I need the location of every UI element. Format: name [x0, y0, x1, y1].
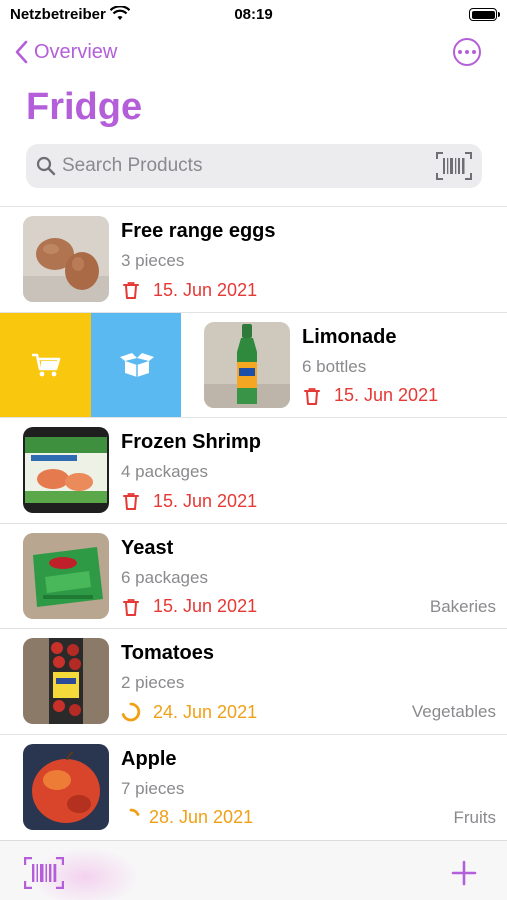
product-name: Limonade [302, 325, 397, 348]
product-name: Frozen Shrimp [121, 431, 262, 453]
open-box-icon [119, 353, 154, 377]
more-options-button[interactable] [453, 38, 481, 66]
expiry-date-label: 15. Jun 2021 [334, 385, 439, 405]
trash-icon [121, 280, 141, 300]
expiry-date: 15. Jun 2021 [121, 490, 257, 512]
cart-icon [31, 353, 60, 377]
expiry-date: 15. Jun 2021 [121, 279, 257, 301]
product-quantity: 7 pieces [121, 778, 185, 798]
expiry-date-label: 15. Jun 2021 [153, 279, 258, 300]
product-row[interactable]: Yeast 6 packages 15. Jun 2021 Bakeries [0, 522, 507, 628]
product-quantity: 6 packages [121, 567, 208, 587]
battery-icon [469, 8, 500, 21]
expiry-date: 28. Jun 2021 [121, 807, 253, 829]
product-row-content[interactable]: Limonade 6 bottles 15. Jun 2021 [181, 312, 507, 417]
back-button[interactable]: Overview [14, 36, 117, 68]
expiry-date-label: 15. Jun 2021 [153, 596, 258, 616]
expiry-date: 24. Jun 2021 [121, 701, 257, 723]
product-image-tomatoes [23, 638, 109, 724]
product-image-yeast [23, 532, 109, 619]
plus-icon[interactable] [451, 860, 477, 886]
product-quantity: 2 pieces [121, 673, 185, 692]
product-name: Yeast [121, 536, 174, 559]
consume-button[interactable] [91, 312, 182, 417]
product-quantity: 4 packages [121, 462, 208, 481]
barcode-scan-icon[interactable] [436, 152, 472, 180]
status-bar: Netzbetreiber 08:19 [0, 0, 507, 30]
bottom-toolbar [0, 840, 507, 900]
ellipsis-icon [458, 50, 462, 54]
product-name: Tomatoes [121, 642, 214, 664]
product-category: Bakeries [429, 596, 496, 616]
product-name: Free range eggs [121, 220, 276, 242]
progress-arc-icon [121, 808, 141, 828]
product-list: Free range eggs 3 pieces 15. Jun 2021 Li… [0, 206, 507, 839]
expiry-date-label: 24. Jun 2021 [153, 701, 258, 722]
product-image-eggs [23, 216, 109, 302]
trash-icon [121, 597, 141, 617]
product-category: Vegetables [411, 702, 496, 721]
product-row[interactable]: Free range eggs 3 pieces 15. Jun 2021 [0, 206, 507, 312]
chevron-left-icon [15, 40, 28, 64]
expiry-date: 15. Jun 2021 [302, 385, 438, 407]
product-quantity: 3 pieces [121, 251, 185, 270]
trash-icon [302, 386, 322, 406]
product-row-swiped[interactable]: Limonade 6 bottles 15. Jun 2021 [0, 311, 507, 417]
product-image-bottle [204, 321, 290, 408]
product-image-apple [23, 743, 109, 830]
product-row[interactable]: Frozen Shrimp 4 packages 15. Jun 2021 [0, 417, 507, 523]
product-image-shrimp [23, 427, 109, 513]
search-icon [36, 156, 56, 176]
clock: 08:19 [234, 6, 273, 23]
product-row[interactable]: Apple 7 pieces 28. Jun 2021 Fruits [0, 733, 507, 839]
back-label: Overview [34, 40, 118, 63]
product-category: Fruits [453, 807, 497, 827]
product-name: Apple [121, 747, 177, 770]
expiry-date: 15. Jun 2021 [121, 596, 257, 618]
add-to-shopping-list-button[interactable] [0, 312, 91, 417]
trash-icon [121, 491, 141, 511]
product-row[interactable]: Tomatoes 2 pieces 24. Jun 2021 Vegetable… [0, 628, 507, 734]
expiry-date-label: 15. Jun 2021 [153, 490, 258, 511]
expiry-date-label: 28. Jun 2021 [149, 807, 254, 827]
page-title: Fridge [26, 86, 143, 128]
product-quantity: 6 bottles [302, 356, 367, 376]
barcode-scanner-icon[interactable] [24, 857, 64, 889]
search-input[interactable] [62, 155, 422, 177]
search-bar [26, 144, 482, 188]
progress-ring-icon [121, 702, 141, 722]
